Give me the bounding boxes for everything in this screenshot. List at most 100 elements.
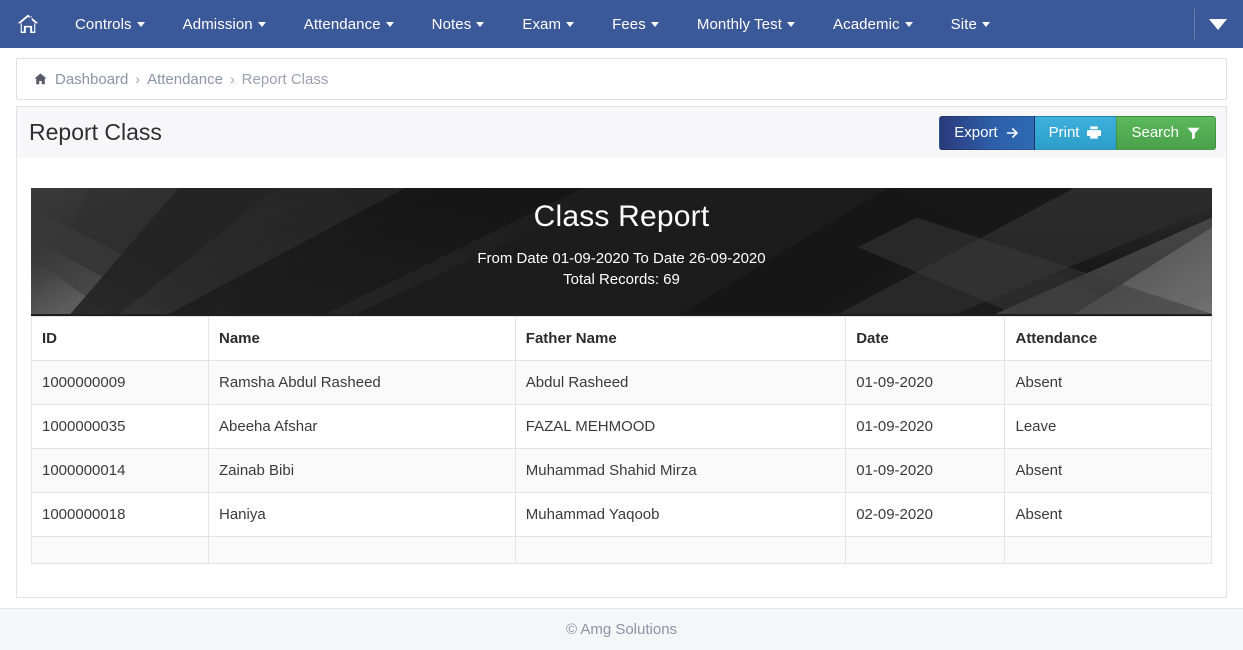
nav-item-admission[interactable]: Admission xyxy=(164,0,285,48)
report-date-range: From Date 01-09-2020 To Date 26-09-2020 xyxy=(477,250,766,267)
page-action-buttons: Export Print Search xyxy=(939,115,1216,150)
cell-name: Haniya xyxy=(208,492,516,537)
cell-id xyxy=(31,536,209,564)
caret-down-icon xyxy=(385,21,394,27)
breadcrumb-item-dashboard[interactable]: Dashboard xyxy=(55,71,128,88)
cell-father-name: Abdul Rasheed xyxy=(514,360,847,405)
cell-date xyxy=(845,536,1006,564)
nav-item-exam[interactable]: Exam xyxy=(503,0,593,48)
nav-label-academic: Academic xyxy=(832,15,900,33)
caret-down-icon[interactable] xyxy=(1209,18,1227,30)
table-row[interactable]: 1000000009 Ramsha Abdul Rasheed Abdul Ra… xyxy=(31,360,1212,405)
report-banner-content: Class Report From Date 01-09-2020 To Dat… xyxy=(31,188,1212,290)
nav-label-site: Site xyxy=(950,15,977,33)
arrow-right-icon xyxy=(1005,126,1020,140)
page-title: Report Class xyxy=(29,119,162,145)
cell-name: Ramsha Abdul Rasheed xyxy=(208,360,516,405)
nav-label-fees: Fees xyxy=(612,15,646,33)
column-header-name: Name xyxy=(208,316,516,361)
caret-down-icon xyxy=(904,21,913,27)
footer-copyright: © Amg Solutions xyxy=(565,621,678,638)
report-table: ID Name Father Name Date Attendance 1000… xyxy=(31,316,1212,564)
caret-down-icon xyxy=(136,21,145,27)
cell-name: Zainab Bibi xyxy=(208,448,516,493)
column-header-father-name: Father Name xyxy=(514,316,847,361)
breadcrumb-separator: › xyxy=(135,71,141,87)
caret-down-icon xyxy=(257,21,266,27)
cell-father-name xyxy=(514,536,847,564)
report-total-records: Total Records: 69 xyxy=(563,271,680,288)
table-row[interactable]: 1000000014 Zainab Bibi Muhammad Shahid M… xyxy=(31,448,1212,493)
nav-label-notes: Notes xyxy=(431,15,472,33)
search-button[interactable]: Search xyxy=(1116,115,1216,150)
nav-item-fees[interactable]: Fees xyxy=(593,0,678,48)
top-navbar: Controls Admission Attendance Notes Exam… xyxy=(0,0,1243,48)
caret-down-icon xyxy=(566,21,575,27)
navbar-home-button[interactable] xyxy=(0,0,56,48)
breadcrumb: Dashboard › Attendance › Report Class xyxy=(16,58,1227,100)
cell-attendance: Absent xyxy=(1004,448,1212,493)
export-button[interactable]: Export xyxy=(939,115,1035,150)
cell-father-name: Muhammad Yaqoob xyxy=(514,492,847,537)
cell-name: Abeeha Afshar xyxy=(208,404,516,449)
nav-item-attendance[interactable]: Attendance xyxy=(285,0,413,48)
content-container: Class Report From Date 01-09-2020 To Dat… xyxy=(0,158,1243,598)
cell-date: 01-09-2020 xyxy=(845,404,1006,449)
filter-icon xyxy=(1186,126,1201,140)
breadcrumb-separator: › xyxy=(229,71,235,87)
report-table-head: ID Name Father Name Date Attendance xyxy=(31,316,1212,361)
table-header-row: ID Name Father Name Date Attendance xyxy=(31,316,1212,361)
report-table-body: 1000000009 Ramsha Abdul Rasheed Abdul Ra… xyxy=(31,360,1212,564)
home-icon xyxy=(15,12,41,36)
cell-id: 1000000018 xyxy=(31,492,209,537)
caret-down-icon xyxy=(476,21,485,27)
cell-id: 1000000009 xyxy=(31,360,209,405)
table-row[interactable]: 1000000035 Abeeha Afshar FAZAL MEHMOOD 0… xyxy=(31,404,1212,449)
table-row[interactable] xyxy=(31,536,1212,564)
column-header-id: ID xyxy=(31,316,209,361)
cell-attendance: Absent xyxy=(1004,360,1212,405)
search-button-label: Search xyxy=(1131,124,1179,141)
table-row[interactable]: 1000000018 Haniya Muhammad Yaqoob 02-09-… xyxy=(31,492,1212,537)
column-header-date: Date xyxy=(845,316,1006,361)
navbar-right-section xyxy=(1194,0,1243,48)
cell-id: 1000000035 xyxy=(31,404,209,449)
panel-body: Class Report From Date 01-09-2020 To Dat… xyxy=(16,158,1227,598)
navbar-divider xyxy=(1194,9,1195,39)
home-icon xyxy=(33,72,48,86)
printer-icon xyxy=(1086,125,1102,140)
nav-item-academic[interactable]: Academic xyxy=(814,0,932,48)
navbar-menu: Controls Admission Attendance Notes Exam… xyxy=(56,0,1009,48)
export-button-label: Export xyxy=(954,124,998,141)
nav-label-controls: Controls xyxy=(75,15,132,33)
cell-father-name: FAZAL MEHMOOD xyxy=(514,404,847,449)
cell-name xyxy=(208,536,516,564)
nav-item-site[interactable]: Site xyxy=(932,0,1009,48)
page-header-container: Report Class Export Print Search xyxy=(0,100,1243,158)
breadcrumb-container: Dashboard › Attendance › Report Class xyxy=(0,48,1243,100)
report-banner: Class Report From Date 01-09-2020 To Dat… xyxy=(31,188,1212,316)
report-title: Class Report xyxy=(533,200,710,233)
caret-down-icon xyxy=(981,21,990,27)
column-header-attendance: Attendance xyxy=(1004,316,1212,361)
breadcrumb-item-report-class: Report Class xyxy=(241,70,329,88)
cell-attendance: Absent xyxy=(1004,492,1212,537)
nav-label-monthly-test: Monthly Test xyxy=(696,15,782,33)
cell-date: 02-09-2020 xyxy=(845,492,1006,537)
caret-down-icon xyxy=(650,21,659,27)
print-button-label: Print xyxy=(1048,124,1080,141)
nav-item-controls[interactable]: Controls xyxy=(56,0,164,48)
nav-item-notes[interactable]: Notes xyxy=(413,0,504,48)
caret-down-icon xyxy=(786,21,795,27)
print-button[interactable]: Print xyxy=(1034,115,1117,150)
nav-label-admission: Admission xyxy=(182,15,253,33)
page-footer: © Amg Solutions xyxy=(0,608,1243,650)
nav-label-attendance: Attendance xyxy=(303,15,381,33)
cell-date: 01-09-2020 xyxy=(845,448,1006,493)
cell-father-name: Muhammad Shahid Mirza xyxy=(514,448,847,493)
breadcrumb-item-attendance[interactable]: Attendance xyxy=(147,71,223,88)
nav-item-monthly-test[interactable]: Monthly Test xyxy=(678,0,814,48)
page-header: Report Class Export Print Search xyxy=(16,106,1227,158)
cell-id: 1000000014 xyxy=(31,448,209,493)
cell-attendance: Leave xyxy=(1004,404,1212,449)
